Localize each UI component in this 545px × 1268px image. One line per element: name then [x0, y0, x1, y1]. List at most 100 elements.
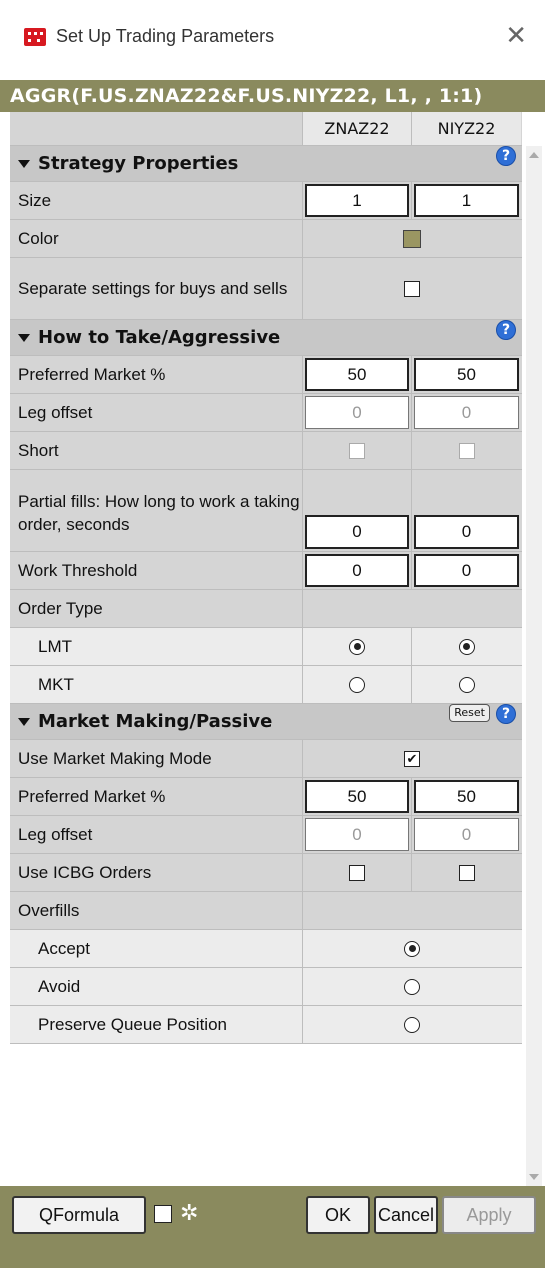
qformula-checkbox[interactable]	[154, 1205, 172, 1223]
leg-offset-input-leg2[interactable]: 0	[414, 396, 519, 429]
row-label: LMT	[10, 628, 303, 665]
row-label: Preferred Market %	[10, 356, 303, 393]
row-label: Leg offset	[10, 816, 303, 853]
leg-offset-input-leg1[interactable]: 0	[305, 396, 409, 429]
partial-fills-input-leg2[interactable]: 0	[414, 515, 519, 549]
bottom-toolbar: QFormula ✲ OK Cancel Apply	[0, 1186, 545, 1268]
gear-icon[interactable]: ✲	[180, 1200, 198, 1226]
preferred-market-input-leg1[interactable]: 50	[305, 358, 409, 391]
mkt-radio-leg1[interactable]	[349, 676, 365, 693]
avoid-radio[interactable]	[404, 978, 420, 995]
icbg-checkbox-leg2[interactable]	[458, 864, 475, 881]
row-icbg: Use ICBG Orders	[10, 854, 522, 892]
row-short: Short	[10, 432, 522, 470]
section-title: Strategy Properties	[38, 153, 239, 174]
section-title: How to Take/Aggressive	[38, 327, 281, 348]
row-overfills-preserve: Preserve Queue Position	[10, 1006, 522, 1044]
partial-fills-input-leg1[interactable]: 0	[305, 515, 409, 549]
row-label: Use ICBG Orders	[10, 854, 303, 891]
apply-button[interactable]: Apply	[442, 1196, 536, 1234]
strategy-name: AGGR(F.US.ZNAZ22&F.US.NIYZ22, L1, , 1:1)	[0, 80, 545, 112]
close-icon[interactable]: ✕	[505, 20, 527, 50]
icbg-checkbox-leg1[interactable]	[349, 864, 365, 881]
collapse-triangle-icon[interactable]	[18, 333, 30, 342]
row-partial-fills: Partial fills: How long to work a taking…	[10, 470, 522, 552]
collapse-triangle-icon[interactable]	[18, 159, 30, 168]
section-how-to-take[interactable]: How to Take/Aggressive ?	[10, 320, 522, 356]
row-label: Separate settings for buys and sells	[10, 258, 303, 319]
size-input-leg1[interactable]: 1	[305, 184, 409, 217]
work-threshold-input-leg2[interactable]: 0	[414, 554, 519, 587]
vertical-scrollbar[interactable]	[526, 146, 542, 1186]
row-color: Color	[10, 220, 522, 258]
row-size: Size 1 1	[10, 182, 522, 220]
row-leg-offset: Leg offset 0 0	[10, 394, 522, 432]
row-label: Work Threshold	[10, 552, 303, 589]
preserve-queue-radio[interactable]	[404, 1016, 420, 1033]
window-title: Set Up Trading Parameters	[56, 26, 275, 46]
row-work-threshold: Work Threshold 0 0	[10, 552, 522, 590]
cancel-button[interactable]: Cancel	[374, 1196, 438, 1234]
row-label: Color	[10, 220, 303, 257]
scroll-up-icon[interactable]	[529, 152, 539, 158]
row-overfills-accept: Accept	[10, 930, 522, 968]
row-order-type: Order Type	[10, 590, 522, 628]
parameters-grid: ZNAZ22 NIYZ22 Strategy Properties ? Size…	[10, 112, 522, 1044]
app-icon	[24, 28, 46, 46]
mm-leg-offset-input-leg1[interactable]: 0	[305, 818, 409, 851]
section-title: Market Making/Passive	[38, 711, 273, 732]
row-use-market-making: Use Market Making Mode ✔	[10, 740, 522, 778]
row-order-type-mkt: MKT	[10, 666, 522, 704]
header-blank	[10, 112, 303, 145]
lmt-radio-leg2[interactable]	[458, 638, 475, 655]
row-label: Avoid	[10, 968, 303, 1005]
trading-parameters-window: Set Up Trading Parameters ✕ AGGR(F.US.ZN…	[0, 0, 545, 1268]
mm-leg-offset-input-leg2[interactable]: 0	[414, 818, 519, 851]
mm-preferred-market-input-leg1[interactable]: 50	[305, 780, 409, 813]
row-label: Order Type	[10, 590, 303, 627]
row-overfills-avoid: Avoid	[10, 968, 522, 1006]
row-leg-offset-2: Leg offset 0 0	[10, 816, 522, 854]
help-icon[interactable]: ?	[496, 146, 516, 166]
row-label: Use Market Making Mode	[10, 740, 303, 777]
use-market-making-checkbox[interactable]: ✔	[404, 750, 420, 767]
column-header-row: ZNAZ22 NIYZ22	[10, 112, 522, 146]
row-separate-settings: Separate settings for buys and sells	[10, 258, 522, 320]
row-label: Overfills	[10, 892, 303, 929]
preferred-market-input-leg2[interactable]: 50	[414, 358, 519, 391]
mm-preferred-market-input-leg2[interactable]: 50	[414, 780, 519, 813]
ok-button[interactable]: OK	[306, 1196, 370, 1234]
row-label: MKT	[10, 666, 303, 703]
color-swatch[interactable]	[403, 229, 421, 248]
row-label: Partial fills: How long to work a taking…	[10, 470, 303, 551]
help-icon[interactable]: ?	[496, 320, 516, 340]
column-header-leg2: NIYZ22	[412, 112, 521, 145]
row-label: Leg offset	[10, 394, 303, 431]
row-label: Preserve Queue Position	[10, 1006, 303, 1043]
work-threshold-input-leg1[interactable]: 0	[305, 554, 409, 587]
row-order-type-lmt: LMT	[10, 628, 522, 666]
help-icon[interactable]: ?	[496, 704, 516, 724]
separate-settings-checkbox[interactable]	[404, 280, 420, 297]
row-overfills: Overfills	[10, 892, 522, 930]
mkt-radio-leg2[interactable]	[458, 676, 475, 693]
short-checkbox-leg2[interactable]	[458, 442, 475, 459]
row-label: Short	[10, 432, 303, 469]
row-label: Size	[10, 182, 303, 219]
row-preferred-market: Preferred Market % 50 50	[10, 356, 522, 394]
accept-radio[interactable]	[404, 940, 420, 957]
collapse-triangle-icon[interactable]	[18, 717, 30, 726]
lmt-radio-leg1[interactable]	[349, 638, 365, 655]
row-label: Preferred Market %	[10, 778, 303, 815]
row-preferred-market-2: Preferred Market % 50 50	[10, 778, 522, 816]
section-market-making[interactable]: Market Making/Passive Reset ?	[10, 704, 522, 740]
short-checkbox-leg1[interactable]	[349, 442, 365, 459]
size-input-leg2[interactable]: 1	[414, 184, 519, 217]
title-bar: Set Up Trading Parameters ✕	[0, 0, 545, 80]
reset-button[interactable]: Reset	[449, 704, 490, 722]
row-label: Accept	[10, 930, 303, 967]
column-header-leg1: ZNAZ22	[303, 112, 412, 145]
qformula-button[interactable]: QFormula	[12, 1196, 146, 1234]
scroll-down-icon[interactable]	[529, 1174, 539, 1180]
section-strategy-properties[interactable]: Strategy Properties ?	[10, 146, 522, 182]
